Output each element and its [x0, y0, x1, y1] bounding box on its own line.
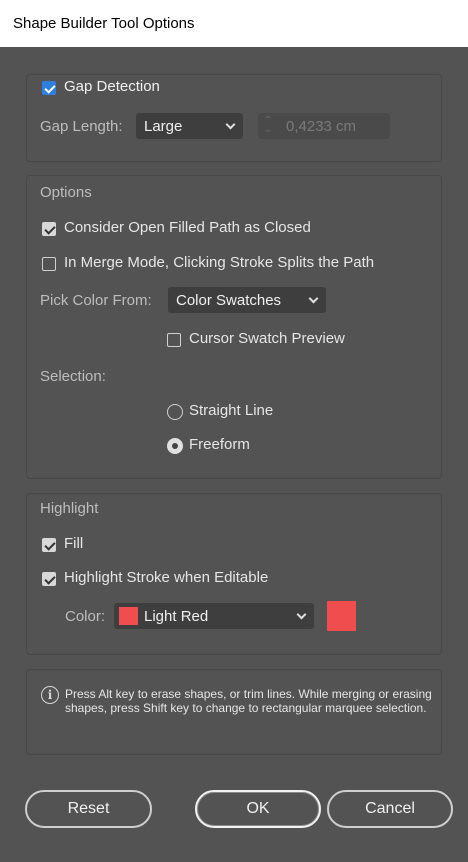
radio-freeform[interactable]	[167, 438, 183, 454]
highlight-color-value: Light Red	[144, 607, 209, 625]
open-filled-checkbox[interactable]	[42, 222, 56, 236]
merge-mode-checkbox[interactable]	[42, 257, 56, 271]
radio-straight-line-label: Straight Line	[189, 402, 274, 419]
pick-color-select[interactable]: Color Swatches	[168, 287, 326, 313]
cancel-button[interactable]: Cancel	[327, 790, 453, 828]
highlight-header: Highlight	[40, 500, 99, 517]
color-preview-swatch[interactable]	[327, 601, 356, 631]
highlight-color-label: Color:	[65, 608, 106, 625]
pick-color-value: Color Swatches	[176, 291, 282, 309]
stepper-down-icon[interactable]: ⌄	[264, 124, 272, 135]
window-titlebar: Shape Builder Tool Options	[0, 0, 468, 47]
fill-label: Fill	[64, 535, 84, 552]
chevron-down-icon	[296, 609, 307, 620]
gap-length-label: Gap Length:	[40, 118, 123, 135]
dialog-body: Gap Detection Gap Length: Large ⌃ ⌄ 0,42…	[8, 47, 460, 862]
cursor-preview-checkbox[interactable]	[167, 333, 181, 347]
gap-length-select[interactable]: Large	[136, 113, 243, 139]
reset-button[interactable]: Reset	[25, 790, 152, 828]
info-icon: i	[41, 686, 59, 704]
info-text: Press Alt key to erase shapes, or trim l…	[65, 687, 432, 715]
gap-length-amount: 0,4233 cm	[286, 118, 357, 135]
window-title: Shape Builder Tool Options	[13, 15, 195, 32]
open-filled-label: Consider Open Filled Path as Closed	[64, 219, 311, 236]
cursor-preview-label: Cursor Swatch Preview	[189, 330, 345, 347]
radio-straight-line[interactable]	[167, 404, 183, 420]
gap-detection-label: Gap Detection	[64, 78, 160, 95]
chevron-down-icon	[308, 293, 319, 304]
cancel-button-label: Cancel	[365, 800, 415, 817]
highlight-color-select[interactable]: Light Red	[114, 603, 314, 629]
selection-label: Selection:	[40, 368, 106, 385]
gap-detection-checkbox[interactable]	[42, 81, 56, 95]
chevron-down-icon	[225, 119, 236, 130]
color-chip	[119, 607, 138, 625]
reset-button-label: Reset	[67, 800, 110, 817]
highlight-stroke-checkbox[interactable]	[42, 572, 56, 586]
gap-length-value: Large	[144, 117, 183, 135]
options-header: Options	[40, 184, 92, 201]
ok-button-label: OK	[246, 800, 270, 817]
highlight-stroke-label: Highlight Stroke when Editable	[64, 569, 269, 586]
fill-checkbox[interactable]	[42, 538, 56, 552]
gap-length-field[interactable]: ⌃ ⌄ 0,4233 cm	[258, 113, 390, 139]
radio-freeform-label: Freeform	[189, 436, 250, 453]
ok-button[interactable]: OK	[195, 790, 321, 828]
merge-mode-label: In Merge Mode, Clicking Stroke Splits th…	[64, 254, 375, 271]
pick-color-label: Pick Color From:	[40, 292, 152, 309]
